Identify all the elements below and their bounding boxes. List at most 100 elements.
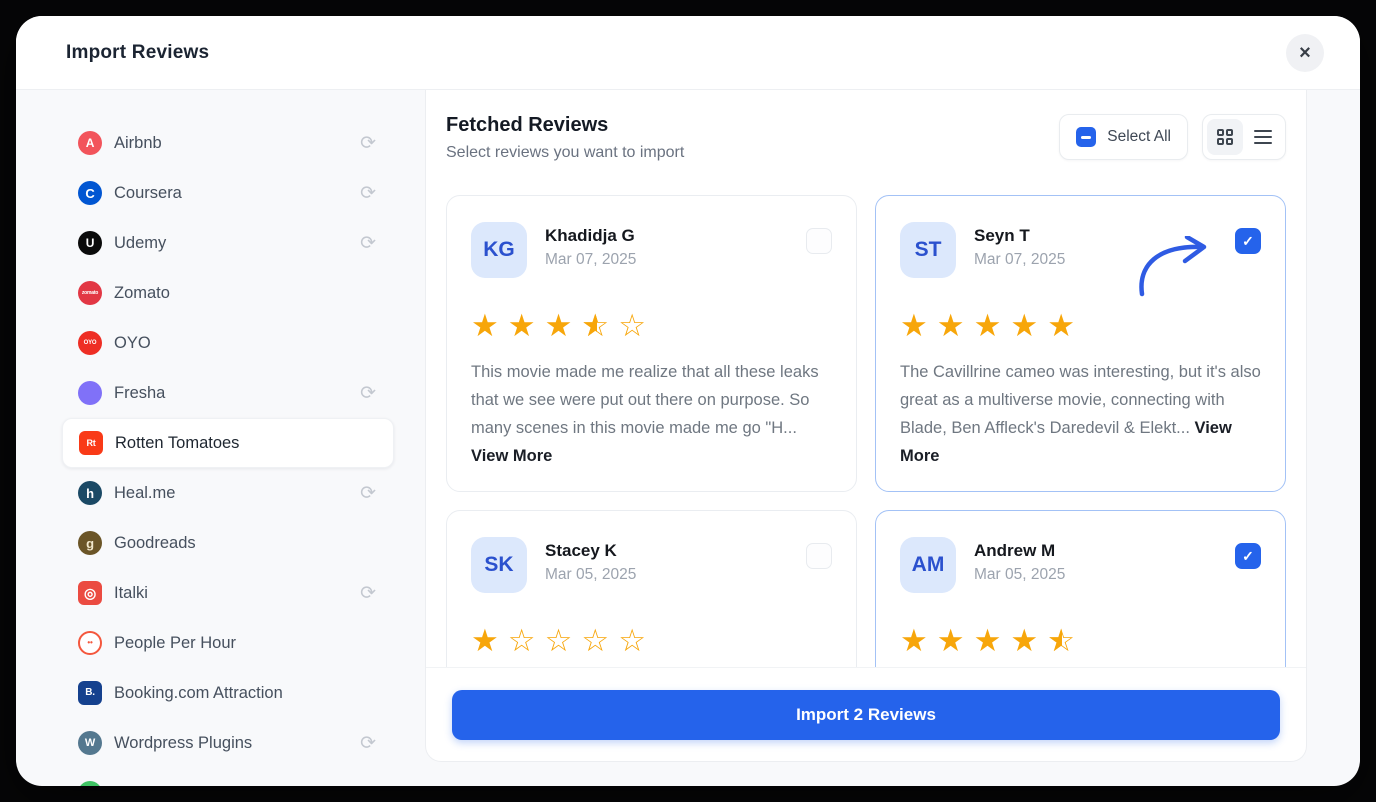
panel-footer: Import 2 Reviews [426, 667, 1306, 761]
platform-label: Wordpress Plugins [114, 733, 253, 752]
select-all-label: Select All [1107, 128, 1171, 145]
sidebar-platform-item[interactable]: ◎ Italki ⟳ [62, 568, 394, 618]
panel-title: Fetched Reviews [446, 114, 609, 136]
list-view-button[interactable] [1245, 119, 1281, 155]
refresh-icon[interactable]: ⟳ [360, 134, 376, 153]
view-more-link[interactable]: View More [471, 447, 552, 465]
star-rating: ★ ☆ ☆ ☆ ☆ [471, 625, 832, 657]
review-select-checkbox[interactable] [806, 543, 832, 569]
review-select-checkbox[interactable]: ✓ [1235, 543, 1261, 569]
sidebar-platform-item[interactable]: •• People Per Hour [62, 618, 394, 668]
italki-icon: ◎ [78, 581, 102, 605]
sidebar-platform-item[interactable]: zomato Zomato [62, 268, 394, 318]
sidebar-platform-item[interactable]: W Wordpress Plugins ⟳ [62, 718, 394, 768]
close-button[interactable]: × [1286, 33, 1324, 72]
star-icon: ★ [973, 308, 1002, 343]
panel-header: Fetched Reviews Select reviews you want … [426, 90, 1306, 162]
reviewer-name: Stacey K [545, 541, 617, 560]
avatar: AM [900, 537, 956, 593]
refresh-icon[interactable]: ⟳ [360, 484, 376, 503]
people-per-hour-icon: •• [78, 631, 102, 655]
import-reviews-button[interactable]: Import 2 Reviews [452, 689, 1280, 740]
star-icon: ★ [936, 623, 965, 658]
platform-label: Udemy [114, 233, 167, 252]
booking-attraction-icon: B. [78, 681, 102, 705]
review-card[interactable]: AM Andrew M Mar 05, 2025 ✓ ★★★★☆★ [875, 510, 1286, 667]
panel-controls: Select All [1059, 114, 1286, 160]
sidebar-platform-item[interactable]: B. Booking.com Attraction [62, 668, 394, 718]
star-icon: ☆ [507, 623, 536, 658]
grid-view-button[interactable] [1207, 119, 1243, 155]
view-mode-toggle [1202, 114, 1286, 160]
star-icon: ★ [471, 623, 499, 658]
partial-green-icon [78, 781, 102, 786]
review-card-header: SK Stacey K Mar 05, 2025 [471, 537, 832, 593]
wordpress-icon: W [78, 731, 102, 755]
reviewer-info: Andrew M Mar 05, 2025 [974, 537, 1235, 584]
star-icon: ★ [1010, 308, 1039, 343]
sidebar-platform-item[interactable]: h Heal.me ⟳ [62, 468, 394, 518]
review-cards-grid: KG Khadidja G Mar 07, 2025 ★★★☆★☆ This m… [426, 162, 1306, 667]
star-icon: ☆ [544, 623, 573, 658]
sidebar-platform-item[interactable]: OYO OYO [62, 318, 394, 368]
platform-sidebar: A Airbnb ⟳ C Coursera ⟳ U Udemy ⟳ zomato… [16, 90, 425, 786]
check-icon: ✓ [1242, 547, 1254, 564]
platform-label: OYO [114, 333, 151, 352]
platform-label: Zomato [114, 283, 170, 302]
fetched-reviews-panel: Fetched Reviews Select reviews you want … [425, 90, 1307, 762]
reviewer-info: Stacey K Mar 05, 2025 [545, 537, 806, 584]
review-card[interactable]: KG Khadidja G Mar 07, 2025 ★★★☆★☆ This m… [446, 195, 857, 492]
sidebar-platform-item[interactable]: Rt Rotten Tomatoes [62, 418, 394, 468]
refresh-icon[interactable]: ⟳ [360, 184, 376, 203]
sidebar-platform-item[interactable] [62, 768, 394, 786]
star-icon: ☆ [618, 623, 646, 658]
review-date: Mar 05, 2025 [545, 566, 637, 583]
review-card[interactable]: ST Seyn T Mar 07, 2025 ✓ ★ ★ ★ ★ ★ The Cavil… [875, 195, 1286, 492]
airbnb-icon: A [78, 131, 102, 155]
refresh-icon[interactable]: ⟳ [360, 734, 376, 753]
review-date: Mar 05, 2025 [974, 566, 1066, 583]
goodreads-icon: g [78, 531, 102, 555]
star-rating: ★★★☆★☆ [471, 310, 832, 342]
sidebar-platform-item[interactable]: g Goodreads [62, 518, 394, 568]
rotten-tomatoes-icon: Rt [79, 431, 103, 455]
review-select-checkbox[interactable] [806, 228, 832, 254]
star-icon: ★ [544, 308, 573, 343]
platform-label: People Per Hour [114, 633, 236, 652]
udemy-icon: U [78, 231, 102, 255]
panel-subtitle: Select reviews you want to import [446, 144, 685, 161]
zomato-icon: zomato [78, 281, 102, 305]
modal-title: Import Reviews [66, 41, 210, 63]
check-icon: ✓ [1242, 232, 1254, 249]
import-reviews-modal: Import Reviews × A Airbnb ⟳ C Coursera ⟳… [16, 16, 1360, 786]
star-icon: ★ [900, 623, 928, 658]
reviewer-info: Khadidja G Mar 07, 2025 [545, 222, 806, 269]
platform-label: Fresha [114, 383, 166, 402]
review-card-header: AM Andrew M Mar 05, 2025 ✓ [900, 537, 1261, 593]
refresh-icon[interactable]: ⟳ [360, 584, 376, 603]
review-select-checkbox[interactable]: ✓ [1235, 228, 1261, 254]
platform-label: Rotten Tomatoes [115, 433, 240, 452]
platform-label: Booking.com Attraction [114, 683, 283, 702]
avatar: SK [471, 537, 527, 593]
oyo-icon: OYO [78, 331, 102, 355]
healme-icon: h [78, 481, 102, 505]
star-icon: ★ [936, 308, 965, 343]
star-icon: ★ [900, 308, 928, 343]
avatar: KG [471, 222, 527, 278]
refresh-icon[interactable]: ⟳ [360, 234, 376, 253]
avatar: ST [900, 222, 956, 278]
sidebar-platform-item[interactable]: U Udemy ⟳ [62, 218, 394, 268]
select-all-button[interactable]: Select All [1059, 114, 1188, 160]
sidebar-platform-item[interactable]: A Airbnb ⟳ [62, 118, 394, 168]
review-card[interactable]: SK Stacey K Mar 05, 2025 ★ ☆ ☆ ☆ ☆ [446, 510, 857, 667]
platform-label: Italki [114, 583, 148, 602]
panel-header-text: Fetched Reviews Select reviews you want … [446, 114, 684, 162]
sidebar-platform-item[interactable]: Fresha ⟳ [62, 368, 394, 418]
reviewer-name: Khadidja G [545, 226, 635, 245]
refresh-icon[interactable]: ⟳ [360, 384, 376, 403]
star-icon: ☆★ [581, 308, 610, 343]
coursera-icon: C [78, 181, 102, 205]
close-icon: × [1299, 41, 1311, 64]
sidebar-platform-item[interactable]: C Coursera ⟳ [62, 168, 394, 218]
